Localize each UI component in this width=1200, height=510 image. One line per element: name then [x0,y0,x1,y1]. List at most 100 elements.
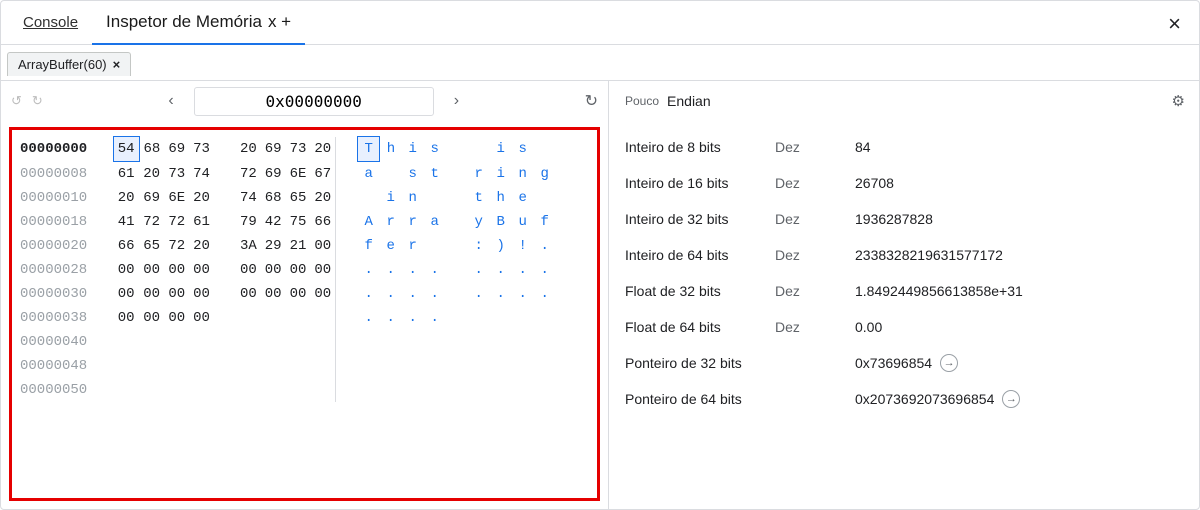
ascii-cell[interactable] [424,234,446,258]
hex-byte-cell[interactable]: 00 [286,258,311,282]
hex-byte-cell[interactable]: 00 [236,258,261,282]
hex-byte-cell[interactable] [189,354,214,378]
interp-mode[interactable]: Dez [775,211,855,227]
undo-icon[interactable]: ↺ [11,93,22,109]
ascii-cell[interactable] [512,378,534,402]
hex-byte-cell[interactable]: 00 [139,282,164,306]
hex-byte-cell[interactable]: 73 [286,137,311,162]
ascii-cell[interactable]: . [380,306,402,330]
hex-byte-cell[interactable]: 00 [261,258,286,282]
ascii-cell[interactable]: t [424,162,446,187]
hex-byte-cell[interactable]: 00 [164,306,189,330]
hex-byte-cell[interactable]: 6E [286,162,311,187]
hex-byte-cell[interactable]: 61 [113,162,139,187]
hex-byte-cell[interactable]: 72 [164,210,189,234]
ascii-cell[interactable] [512,330,534,354]
ascii-cell[interactable]: . [358,258,380,282]
hex-byte-cell[interactable] [286,354,311,378]
hex-byte-cell[interactable]: 54 [113,137,139,162]
hex-byte-cell[interactable] [261,306,286,330]
ascii-cell[interactable]: . [424,306,446,330]
ascii-cell[interactable] [490,354,512,378]
ascii-cell[interactable] [534,137,556,162]
ascii-cell[interactable]: . [512,282,534,306]
ascii-cell[interactable]: h [490,186,512,210]
hex-byte-cell[interactable] [310,354,335,378]
ascii-cell[interactable]: s [512,137,534,162]
hex-byte-cell[interactable]: 20 [113,186,139,210]
hex-byte-cell[interactable]: 69 [164,137,189,162]
hex-byte-cell[interactable]: 00 [310,258,335,282]
ascii-cell[interactable]: f [534,210,556,234]
ascii-cell[interactable]: . [490,258,512,282]
ascii-cell[interactable] [424,354,446,378]
ascii-cell[interactable] [402,330,424,354]
ascii-cell[interactable] [380,162,402,187]
hex-byte-cell[interactable]: 00 [286,282,311,306]
ascii-cell[interactable] [468,330,490,354]
ascii-cell[interactable] [512,354,534,378]
ascii-cell[interactable]: . [402,306,424,330]
hex-byte-cell[interactable] [261,354,286,378]
hex-byte-cell[interactable] [164,330,189,354]
ascii-cell[interactable] [534,378,556,402]
hex-byte-cell[interactable]: 00 [261,282,286,306]
ascii-cell[interactable]: . [424,282,446,306]
hex-byte-cell[interactable]: 73 [189,137,214,162]
hex-byte-cell[interactable] [261,330,286,354]
hex-byte-cell[interactable] [113,378,139,402]
ascii-cell[interactable]: . [380,282,402,306]
hex-byte-cell[interactable] [139,354,164,378]
hex-byte-cell[interactable] [310,330,335,354]
ascii-cell[interactable] [468,306,490,330]
ascii-cell[interactable]: . [468,282,490,306]
ascii-cell[interactable]: r [468,162,490,187]
address-input[interactable] [194,87,434,116]
ascii-cell[interactable]: . [402,258,424,282]
hex-byte-cell[interactable]: 79 [236,210,261,234]
go-to-address-icon[interactable]: → [940,354,958,372]
hex-byte-cell[interactable]: 00 [164,282,189,306]
ascii-cell[interactable] [490,330,512,354]
ascii-cell[interactable]: : [468,234,490,258]
hex-byte-cell[interactable] [286,330,311,354]
hex-byte-cell[interactable]: 29 [261,234,286,258]
hex-byte-cell[interactable]: 65 [139,234,164,258]
ascii-cell[interactable]: n [512,162,534,187]
ascii-cell[interactable] [380,378,402,402]
hex-byte-cell[interactable] [164,354,189,378]
hex-byte-cell[interactable]: 00 [236,282,261,306]
interp-mode[interactable]: Dez [775,247,855,263]
hex-byte-cell[interactable]: 69 [261,162,286,187]
hex-byte-cell[interactable] [236,330,261,354]
tab-extra-icons[interactable]: x + [268,12,291,32]
hex-byte-cell[interactable]: 00 [189,306,214,330]
hex-byte-cell[interactable]: 00 [139,258,164,282]
hex-byte-cell[interactable]: 20 [189,234,214,258]
ascii-cell[interactable]: i [380,186,402,210]
ascii-cell[interactable]: a [358,162,380,187]
ascii-cell[interactable]: r [380,210,402,234]
hex-byte-cell[interactable]: 41 [113,210,139,234]
hex-byte-cell[interactable]: 00 [310,234,335,258]
hex-byte-cell[interactable]: 66 [310,210,335,234]
hex-byte-cell[interactable] [286,378,311,402]
hex-byte-cell[interactable]: 00 [310,282,335,306]
hex-byte-cell[interactable]: 3A [236,234,261,258]
hex-byte-cell[interactable] [286,306,311,330]
hex-byte-cell[interactable]: 74 [236,186,261,210]
ascii-cell[interactable] [380,330,402,354]
hex-byte-cell[interactable]: 21 [286,234,311,258]
hex-byte-cell[interactable] [113,330,139,354]
ascii-cell[interactable] [358,330,380,354]
hex-byte-cell[interactable]: 74 [189,162,214,187]
ascii-cell[interactable] [534,186,556,210]
hex-byte-cell[interactable]: 65 [286,186,311,210]
hex-byte-cell[interactable]: 20 [310,137,335,162]
hex-byte-cell[interactable] [139,330,164,354]
hex-byte-cell[interactable]: 68 [139,137,164,162]
ascii-cell[interactable] [424,186,446,210]
hex-byte-cell[interactable]: 69 [139,186,164,210]
ascii-cell[interactable]: u [512,210,534,234]
hex-byte-cell[interactable]: 00 [189,282,214,306]
